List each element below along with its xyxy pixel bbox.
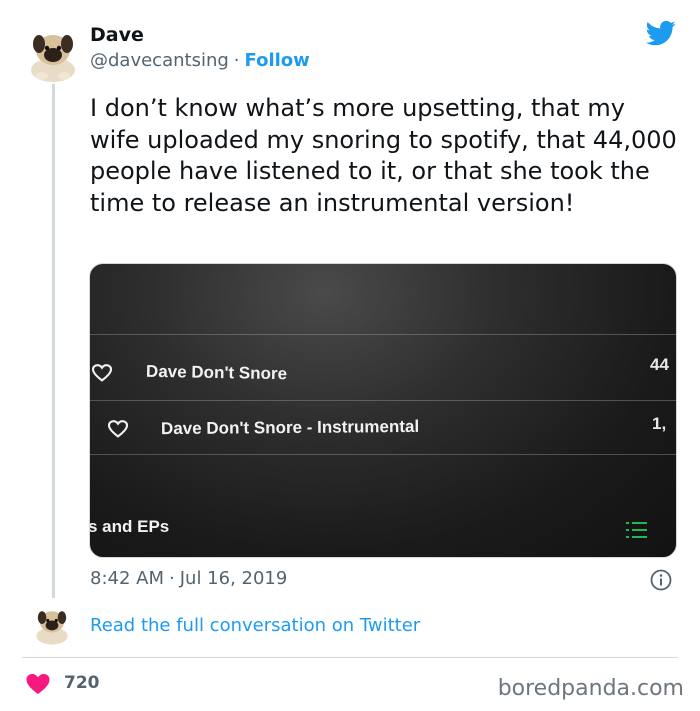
track-heart-icon	[92, 364, 112, 382]
author-avatar[interactable]	[22, 22, 84, 84]
section-label: s and EPs	[89, 517, 170, 536]
separator-dot: ·	[169, 568, 175, 589]
footer-divider	[22, 657, 678, 658]
track-title: Dave Don't Snore	[145, 361, 288, 384]
twitter-bird-icon[interactable]	[644, 18, 678, 48]
tweet-text: I don’t know what’s more upsetting, that…	[90, 94, 677, 217]
tweet-photo[interactable]: Dave Don't Snore 44 Dave Don't Snore - I…	[89, 263, 677, 558]
author-handle[interactable]: @davecantsing	[90, 50, 229, 71]
follow-button[interactable]: Follow	[245, 50, 310, 71]
track-heart-icon	[108, 420, 128, 438]
author-handle-row: @davecantsing · Follow	[90, 50, 310, 71]
photo-row-divider	[90, 400, 676, 401]
tweet-timestamp[interactable]: 8:42 AM · Jul 16, 2019	[90, 568, 287, 589]
info-icon[interactable]	[650, 569, 672, 591]
site-watermark: boredpanda.com	[497, 676, 684, 701]
photo-row-divider	[90, 454, 676, 455]
author-name[interactable]: Dave	[90, 24, 144, 46]
track-title: Dave Don't Snore - Instrumental	[160, 416, 420, 439]
track-plays: 44	[650, 355, 669, 374]
read-full-conversation-link[interactable]: Read the full conversation on Twitter	[90, 615, 420, 636]
list-view-icon	[626, 522, 647, 538]
thread-line	[52, 82, 55, 598]
reply-avatar	[30, 602, 74, 646]
photo-row-divider	[90, 334, 676, 335]
separator-dot: ·	[233, 50, 240, 71]
tweet-date: Jul 16, 2019	[179, 568, 288, 589]
like-count: 720	[64, 673, 100, 693]
tweet-time: 8:42 AM	[90, 568, 164, 589]
track-plays: 1,	[652, 414, 667, 433]
heart-icon[interactable]	[26, 673, 50, 695]
